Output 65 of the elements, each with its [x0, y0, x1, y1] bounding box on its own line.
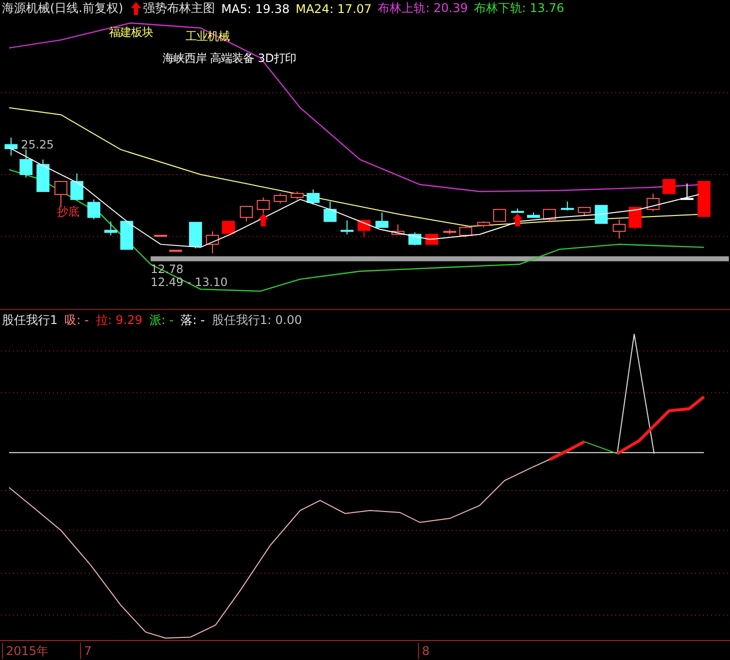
time-axis-label: 7 [80, 643, 92, 660]
candlestick [612, 218, 626, 239]
candlestick [240, 206, 253, 222]
candlestick [104, 220, 118, 236]
up-arrow-icon [131, 2, 142, 16]
candlestick [408, 232, 422, 246]
candlestick [578, 206, 591, 216]
concept-tags: 海峡西岸 高端装备 3D打印 [162, 50, 296, 65]
indicator-value: 落: - [180, 312, 205, 329]
candlestick [36, 159, 50, 192]
candlestick [646, 192, 660, 212]
candlestick [154, 234, 168, 237]
legend-value: 布林下轨: 13.76 [474, 0, 564, 18]
candlestick [120, 220, 134, 250]
falling-segment-line [584, 441, 618, 454]
candlestick [493, 208, 506, 222]
candlestick [358, 220, 370, 238]
candlestick [222, 220, 235, 234]
candlestick [680, 182, 694, 200]
candlestick [391, 224, 404, 235]
candlestick [443, 228, 456, 235]
indicator-value: 拉: 9.29 [96, 312, 142, 329]
candlestick [511, 208, 524, 213]
candlestick [477, 220, 490, 228]
up-arrow-icon [258, 213, 268, 226]
candlestick [560, 200, 574, 211]
bottom-signal-label: 抄底 [56, 204, 79, 218]
legend-value: MA5: 19.38 [221, 2, 290, 16]
candlestick [256, 196, 270, 214]
indicator-value: 派: - [149, 312, 174, 329]
candlestick [527, 212, 540, 218]
time-axis-label: 2015年 [2, 643, 49, 660]
candlestick [324, 200, 337, 222]
indicator-value: 吸: - [64, 312, 89, 329]
stock-title: 海源机械(日线.前复权) [2, 0, 124, 18]
up-arrow-icon [512, 213, 523, 226]
candlestick [594, 204, 608, 224]
candlestick [70, 172, 84, 200]
candlestick [375, 212, 388, 228]
rising-segment-line [548, 440, 586, 461]
time-axis-label: 8 [418, 643, 430, 660]
candlestick [274, 192, 287, 204]
candlestick [20, 149, 32, 178]
candlestick [206, 230, 219, 254]
candlestick [4, 137, 18, 156]
candlestick [662, 178, 676, 194]
candlestick [425, 234, 438, 245]
legend-value: 布林上轨: 20.39 [378, 0, 468, 18]
indicator-name: 强势布林主图 [143, 0, 216, 18]
candlestick [169, 250, 182, 252]
candlestick [189, 222, 202, 249]
candlestick [459, 226, 472, 238]
indicator-title: 股任我行1 [2, 312, 58, 329]
candlestick [87, 198, 100, 220]
candlestick [698, 180, 710, 218]
candlestick [290, 190, 304, 200]
sector-label: 福建板块 [108, 24, 153, 39]
candlestick [340, 220, 354, 235]
candlestick [54, 180, 68, 208]
high-price-label: 25.25 [21, 138, 54, 152]
legend-value: MA24: 17.07 [296, 2, 372, 16]
indicator-value: 股任我行1: 0.00 [212, 312, 302, 329]
candlestick [306, 188, 320, 205]
candlestick [542, 208, 556, 222]
candlestick [628, 206, 642, 230]
